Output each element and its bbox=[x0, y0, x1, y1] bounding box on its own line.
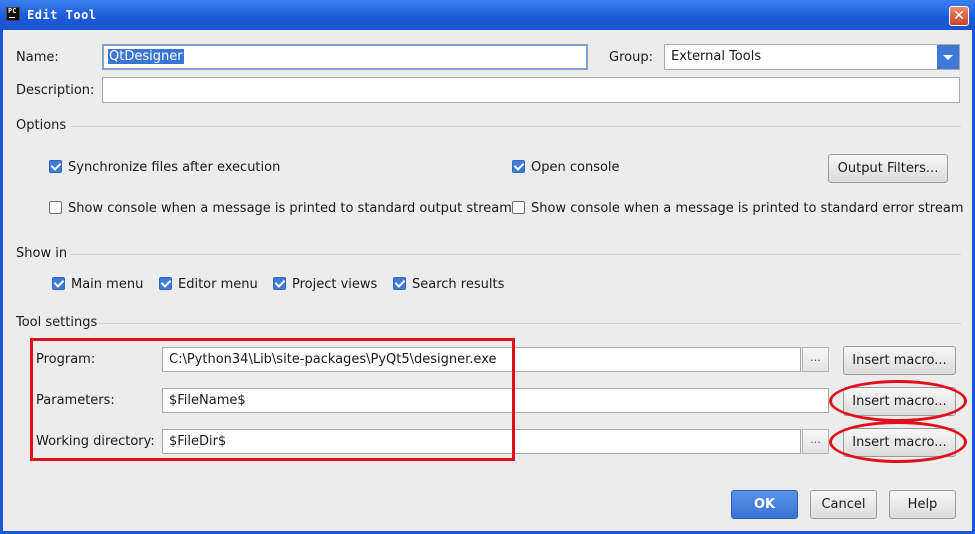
sync-files-checkbox[interactable]: Synchronize files after execution bbox=[49, 160, 280, 178]
close-button[interactable]: ✕ bbox=[949, 6, 969, 26]
show-in-divider bbox=[70, 254, 961, 255]
annotation-ellipse-parameters bbox=[829, 380, 967, 422]
ok-button[interactable]: OK bbox=[731, 490, 798, 519]
group-select-value: External Tools bbox=[671, 49, 762, 64]
show-in-section-header: Show in bbox=[16, 246, 961, 262]
name-label: Name: bbox=[16, 50, 59, 65]
pycharm-app-icon: PC bbox=[6, 7, 20, 21]
options-section-header: Options bbox=[16, 118, 961, 134]
checkbox-checked-icon[interactable] bbox=[49, 160, 62, 173]
program-insert-macro-button[interactable]: Insert macro... bbox=[843, 346, 956, 375]
program-browse-button[interactable]: ... bbox=[802, 347, 829, 372]
dialog-body: Name: QtDesigner Group: External Tools D… bbox=[3, 30, 972, 531]
tool-settings-section-header: Tool settings bbox=[16, 315, 961, 331]
options-divider bbox=[70, 126, 961, 127]
options-title: Options bbox=[16, 118, 67, 133]
name-input-value: QtDesigner bbox=[108, 49, 184, 64]
checkbox-checked-icon[interactable] bbox=[512, 160, 525, 173]
checkbox-checked-icon[interactable] bbox=[159, 277, 172, 290]
cancel-button[interactable]: Cancel bbox=[810, 490, 877, 519]
description-label: Description: bbox=[16, 83, 95, 98]
project-views-label: Project views bbox=[292, 277, 378, 292]
editor-menu-checkbox[interactable]: Editor menu bbox=[159, 277, 258, 295]
tool-settings-divider bbox=[100, 323, 961, 324]
group-label: Group: bbox=[609, 50, 653, 65]
tool-settings-title: Tool settings bbox=[16, 315, 98, 330]
show-console-stderr-label: Show console when a message is printed t… bbox=[531, 201, 964, 216]
show-console-stderr-checkbox[interactable]: Show console when a message is printed t… bbox=[512, 201, 964, 219]
main-menu-checkbox[interactable]: Main menu bbox=[52, 277, 143, 295]
project-views-checkbox[interactable]: Project views bbox=[273, 277, 377, 295]
name-input[interactable]: QtDesigner bbox=[102, 44, 588, 70]
show-console-stdout-label: Show console when a message is printed t… bbox=[68, 201, 512, 216]
edit-tool-window: PC Edit Tool ✕ Name: QtDesigner Group: E… bbox=[0, 0, 975, 534]
title-bar[interactable]: PC Edit Tool ✕ bbox=[0, 0, 975, 30]
description-input[interactable] bbox=[102, 77, 960, 103]
editor-menu-label: Editor menu bbox=[178, 277, 258, 292]
main-menu-label: Main menu bbox=[71, 277, 144, 292]
checkbox-checked-icon[interactable] bbox=[52, 277, 65, 290]
checkbox-unchecked-icon[interactable] bbox=[49, 201, 62, 214]
open-console-label: Open console bbox=[531, 160, 620, 175]
show-console-stdout-checkbox[interactable]: Show console when a message is printed t… bbox=[49, 201, 512, 219]
group-select[interactable]: External Tools bbox=[664, 44, 960, 70]
annotation-ellipse-working-directory bbox=[829, 421, 967, 463]
window-title: Edit Tool bbox=[27, 8, 97, 22]
search-results-checkbox[interactable]: Search results bbox=[393, 277, 504, 295]
chevron-down-icon[interactable] bbox=[937, 45, 959, 69]
checkbox-unchecked-icon[interactable] bbox=[512, 201, 525, 214]
output-filters-button[interactable]: Output Filters... bbox=[828, 154, 948, 183]
working-directory-browse-button[interactable]: ... bbox=[802, 429, 829, 454]
open-console-checkbox[interactable]: Open console bbox=[512, 160, 620, 178]
checkbox-checked-icon[interactable] bbox=[393, 277, 406, 290]
show-in-title: Show in bbox=[16, 246, 68, 261]
search-results-label: Search results bbox=[412, 277, 505, 292]
checkbox-checked-icon[interactable] bbox=[273, 277, 286, 290]
annotation-highlight-box bbox=[30, 338, 515, 461]
help-button[interactable]: Help bbox=[889, 490, 956, 519]
sync-files-label: Synchronize files after execution bbox=[68, 160, 281, 175]
